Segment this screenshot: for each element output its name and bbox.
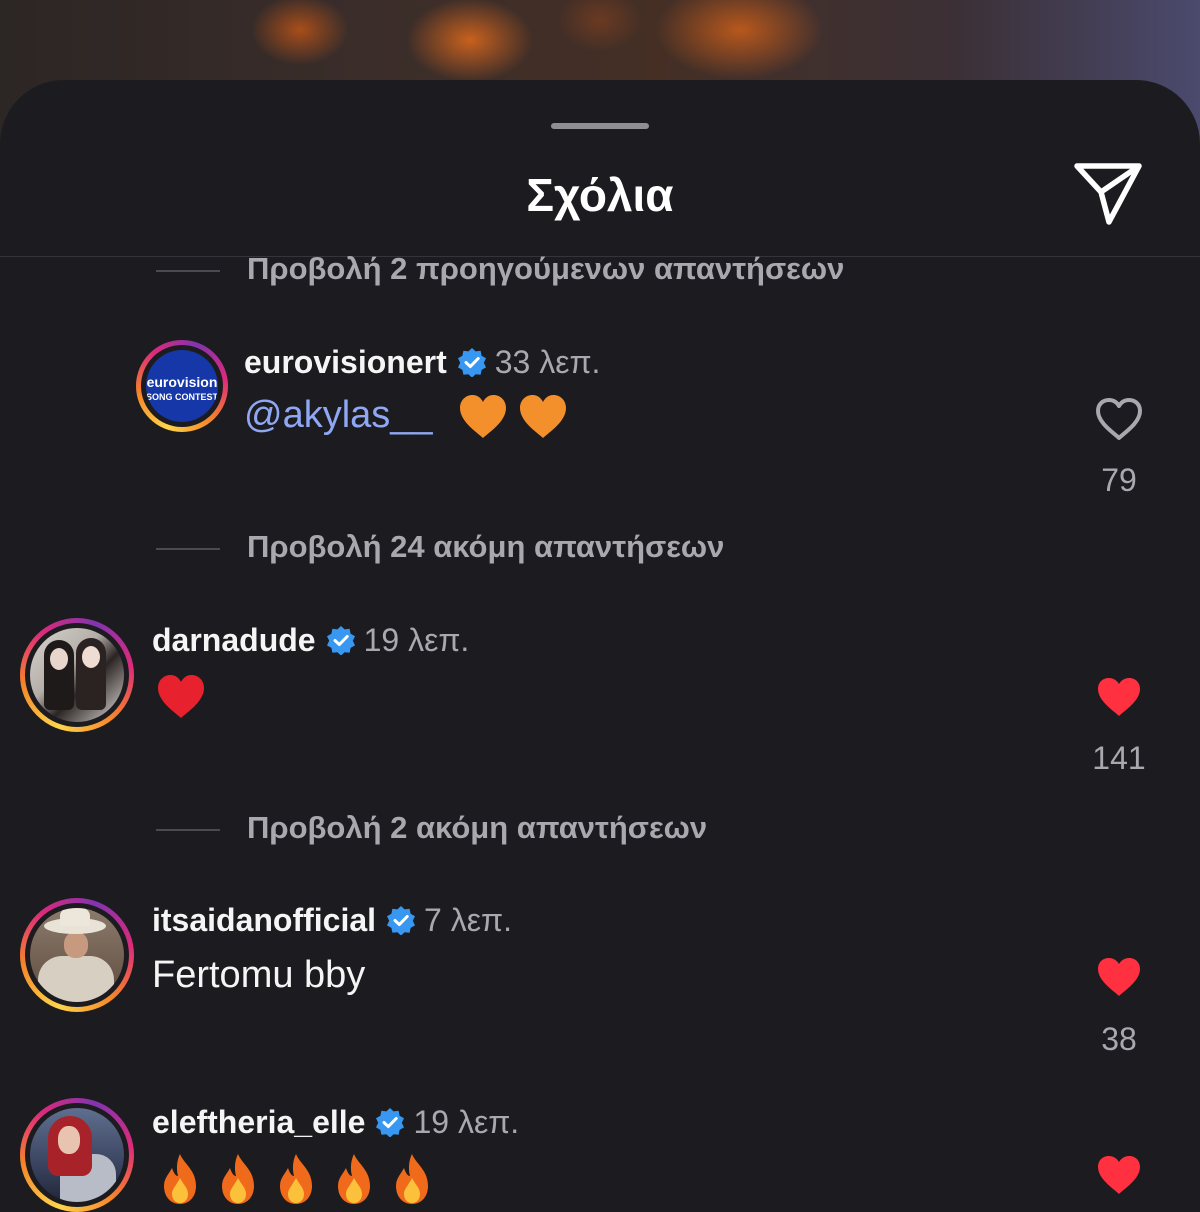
eurovision-logo: eurovision SONG CONTEST: [146, 350, 218, 422]
like-count: 79: [1101, 462, 1137, 498]
like-heart-icon[interactable]: [1094, 396, 1144, 442]
sheet-grabber[interactable]: [551, 123, 649, 129]
like-count: 141: [1092, 740, 1146, 776]
fire-icon: [338, 1154, 370, 1204]
profile-photo: [30, 1108, 124, 1202]
comment-text: @akylas__: [244, 394, 433, 437]
replies-divider-line: [156, 829, 220, 831]
comment-timestamp: 7 λεπ.: [424, 901, 512, 938]
avatar[interactable]: [20, 898, 134, 1012]
liked-heart-icon[interactable]: [1094, 674, 1144, 720]
like-count: 38: [1101, 1021, 1137, 1057]
comment-header: eurovisionert 33 λεπ.: [244, 340, 600, 384]
view-replies-label: Προβολή 2 ακόμη απαντήσεων: [247, 810, 708, 845]
view-replies-label: Προβολή 24 ακόμη απαντήσεων: [247, 529, 725, 564]
avatar[interactable]: eurovision SONG CONTEST: [136, 340, 228, 432]
comment-emoji: [156, 1152, 436, 1206]
verified-badge-icon: [387, 906, 416, 935]
view-replies-label: Προβολή 2 προηγούμενων απαντήσεων: [247, 251, 845, 286]
liked-heart-icon[interactable]: [1094, 954, 1144, 1000]
verified-badge-icon: [326, 626, 355, 655]
comment-header: itsaidanofficial 7 λεπ.: [152, 898, 512, 942]
username[interactable]: darnadude: [152, 622, 316, 659]
fire-icon: [280, 1154, 312, 1204]
verified-badge-icon: [457, 348, 486, 377]
avatar[interactable]: [20, 1098, 134, 1212]
fire-icon: [164, 1154, 196, 1204]
comment-header: darnadude 19 λεπ.: [152, 618, 469, 662]
comment-timestamp: 33 λεπ.: [494, 343, 601, 380]
replies-divider-line: [156, 548, 220, 550]
comment-timestamp: 19 λεπ.: [363, 621, 470, 658]
comment-timestamp: 19 λεπ.: [413, 1103, 520, 1140]
profile-photo: [30, 628, 124, 722]
avatar[interactable]: [20, 618, 134, 732]
verified-badge-icon: [376, 1108, 405, 1137]
comment-emoji: [156, 674, 206, 720]
send-icon: [1074, 163, 1142, 225]
profile-photo: [30, 908, 124, 1002]
username[interactable]: eleftheria_elle: [152, 1104, 365, 1141]
red-heart-icon: [158, 675, 204, 718]
comment-text: Fertomu bby: [152, 954, 366, 996]
share-button[interactable]: [1072, 160, 1144, 228]
orange-heart-icon: [460, 395, 506, 438]
comment-emoji: [458, 394, 568, 440]
orange-heart-icon: [520, 395, 566, 438]
fire-icon: [222, 1154, 254, 1204]
sheet-title: Σχόλια: [526, 169, 674, 221]
username[interactable]: eurovisionert: [244, 344, 447, 381]
comment-header: eleftheria_elle 19 λεπ.: [152, 1100, 519, 1144]
replies-divider-line: [156, 270, 220, 272]
fire-icon: [396, 1154, 428, 1204]
mention-link[interactable]: @akylas__: [244, 394, 433, 436]
username[interactable]: itsaidanofficial: [152, 902, 376, 939]
liked-heart-icon[interactable]: [1094, 1152, 1144, 1198]
